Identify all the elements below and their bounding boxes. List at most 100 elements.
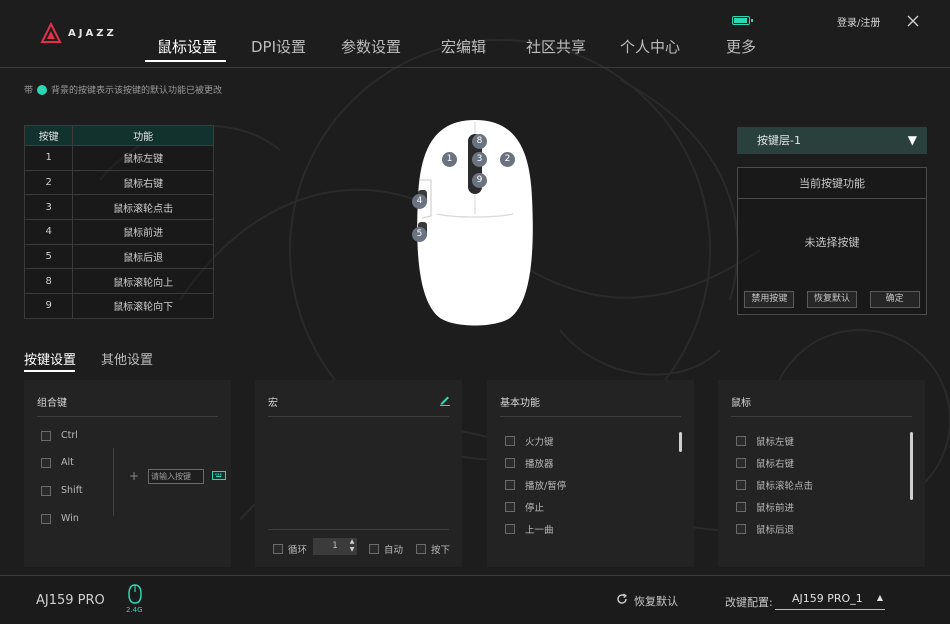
- panel-divider: [731, 416, 912, 417]
- list-item[interactable]: 鼠标滚轮点击: [736, 478, 813, 492]
- auto-checkbox[interactable]: [369, 544, 379, 554]
- mouse-illustration: [417, 120, 533, 326]
- key-function: 鼠标左键: [72, 145, 214, 171]
- press-option[interactable]: 按下: [416, 542, 450, 556]
- mouse-button-5-badge[interactable]: 5: [412, 227, 427, 242]
- modifier-ctrl[interactable]: Ctrl: [41, 430, 78, 441]
- mouse-button-1-badge[interactable]: 1: [442, 152, 457, 167]
- alt-checkbox[interactable]: [41, 457, 51, 468]
- table-row[interactable]: 8 鼠标滚轮向上: [23, 268, 214, 295]
- combo-key-panel: 组合键 Ctrl Alt Shift Win + 请输入按键: [24, 380, 231, 567]
- list-item-checkbox[interactable]: [505, 502, 515, 512]
- list-item-label: 鼠标滚轮点击: [756, 481, 814, 492]
- nav-community-share[interactable]: 社区共享: [526, 36, 586, 57]
- list-item-checkbox[interactable]: [736, 524, 746, 534]
- table-row[interactable]: 2 鼠标右键: [23, 169, 214, 196]
- key-number: 4: [23, 219, 74, 245]
- list-item-checkbox[interactable]: [736, 436, 746, 446]
- key-input-field[interactable]: 请输入按键: [148, 469, 204, 484]
- edit-pencil-icon[interactable]: [439, 394, 451, 406]
- list-item[interactable]: 上一曲: [505, 522, 554, 536]
- key-function: 鼠标右键: [72, 169, 214, 196]
- key-config-select[interactable]: AJ159 PRO_1 ▲: [775, 592, 885, 610]
- modifier-win[interactable]: Win: [41, 513, 79, 524]
- modifier-alt[interactable]: Alt: [41, 457, 74, 468]
- table-row[interactable]: 4 鼠标前进: [23, 219, 214, 245]
- list-item-checkbox[interactable]: [505, 458, 515, 468]
- teal-dot-icon: [37, 84, 48, 95]
- keyboard-icon[interactable]: [212, 471, 226, 480]
- list-item[interactable]: 鼠标前进: [736, 500, 794, 514]
- loop-stepper-icon[interactable]: ▲ ▼: [347, 538, 357, 555]
- dropdown-arrow-icon: ▼: [907, 133, 917, 147]
- auto-option[interactable]: 自动: [369, 542, 403, 556]
- nav-active-underline: [145, 60, 226, 62]
- table-row[interactable]: 5 鼠标后退: [23, 243, 214, 270]
- list-item[interactable]: 火力键: [505, 434, 554, 448]
- list-item[interactable]: 鼠标右键: [736, 456, 794, 470]
- tab-other-settings[interactable]: 其他设置: [101, 349, 153, 368]
- nav-dpi-settings[interactable]: DPI设置: [251, 36, 306, 57]
- list-item-label: 火力键: [525, 437, 554, 448]
- mouse-button-3-badge[interactable]: 3: [472, 152, 487, 167]
- list-item[interactable]: 鼠标后退: [736, 522, 794, 536]
- list-item[interactable]: 停止: [505, 500, 544, 514]
- table-row[interactable]: 3 鼠标滚轮点击: [23, 194, 214, 221]
- loop-checkbox[interactable]: [273, 544, 283, 554]
- modifier-shift[interactable]: Shift: [41, 485, 83, 496]
- scrollbar-thumb[interactable]: [679, 432, 682, 452]
- panel-divider: [268, 416, 449, 417]
- mouse-button-9-badge[interactable]: 9: [472, 173, 487, 188]
- list-item-checkbox[interactable]: [736, 480, 746, 490]
- scrollbar-thumb[interactable]: [910, 432, 913, 500]
- nav-personal-center[interactable]: 个人中心: [620, 36, 680, 57]
- dropdown-up-arrow-icon: ▲: [876, 593, 883, 602]
- list-item-checkbox[interactable]: [505, 480, 515, 490]
- current-function-actions: 禁用按键 恢复默认 确定: [738, 291, 926, 308]
- list-item[interactable]: 播放/暂停: [505, 478, 566, 492]
- panel-divider: [37, 416, 218, 417]
- ctrl-checkbox[interactable]: [41, 430, 51, 441]
- mouse-diagram: 8 1 3 2 9 4 5: [405, 118, 545, 330]
- key-layer-select[interactable]: 按键层-1 ▼: [737, 127, 927, 154]
- table-row[interactable]: 1 鼠标左键: [23, 145, 214, 171]
- nav-macro-editor[interactable]: 宏编辑: [441, 36, 486, 57]
- list-item-label: 鼠标左键: [756, 437, 795, 448]
- app-window: AJAZZ 鼠标设置 DPI设置 参数设置 宏编辑 社区共享 个人中心 更多 登…: [0, 0, 950, 624]
- list-item-checkbox[interactable]: [505, 524, 515, 534]
- shift-checkbox[interactable]: [41, 485, 51, 496]
- table-row[interactable]: 9 鼠标滚轮向下: [23, 293, 214, 319]
- key-number: 2: [23, 169, 74, 196]
- login-register-link[interactable]: 登录/注册: [837, 14, 880, 29]
- nav-mouse-settings[interactable]: 鼠标设置: [157, 36, 217, 57]
- mouse-button-4-badge[interactable]: 4: [412, 194, 427, 209]
- restore-default-button[interactable]: 恢复默认: [806, 291, 857, 308]
- tab-key-settings[interactable]: 按键设置: [24, 349, 76, 368]
- auto-label: 自动: [384, 545, 404, 556]
- confirm-button[interactable]: 确定: [869, 291, 920, 308]
- key-config-value: AJ159 PRO_1: [792, 592, 863, 605]
- nav-parameter-settings[interactable]: 参数设置: [341, 36, 401, 57]
- close-icon[interactable]: [904, 12, 922, 30]
- mouse-button-2-badge[interactable]: 2: [500, 152, 515, 167]
- list-item-label: 鼠标前进: [756, 503, 795, 514]
- loop-label: 循环: [288, 545, 308, 556]
- disable-key-button[interactable]: 禁用按键: [744, 291, 795, 308]
- win-checkbox[interactable]: [41, 513, 51, 524]
- list-item-label: 上一曲: [525, 525, 554, 536]
- column-header-function: 功能: [72, 125, 214, 146]
- list-item[interactable]: 播放器: [505, 456, 554, 470]
- list-item-checkbox[interactable]: [736, 502, 746, 512]
- restore-default-label: 恢复默认: [634, 595, 678, 608]
- alt-label: Alt: [61, 457, 74, 468]
- list-item[interactable]: 鼠标左键: [736, 434, 794, 448]
- nav-more[interactable]: 更多: [726, 36, 756, 57]
- battery-icon: [732, 16, 753, 25]
- press-checkbox[interactable]: [416, 544, 426, 554]
- list-item-checkbox[interactable]: [736, 458, 746, 468]
- loop-option[interactable]: 循环: [273, 542, 307, 556]
- hint-text: 背景的按键表示该按键的默认功能已被更改: [51, 86, 223, 96]
- restore-default-footer-button[interactable]: 恢复默认: [616, 593, 678, 609]
- mouse-button-8-badge[interactable]: 8: [472, 134, 487, 149]
- list-item-checkbox[interactable]: [505, 436, 515, 446]
